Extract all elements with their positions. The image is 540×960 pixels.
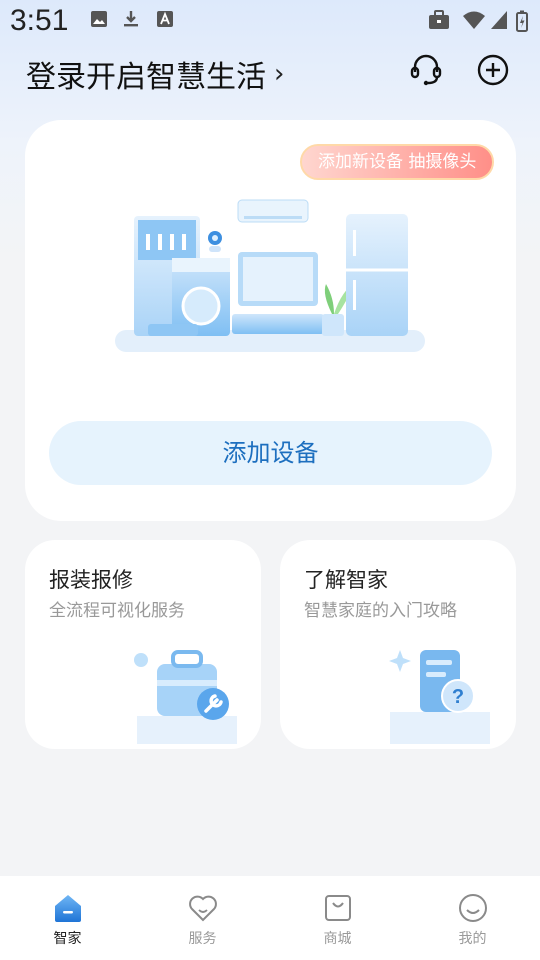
battery-icon bbox=[516, 10, 528, 32]
smiley-icon bbox=[458, 894, 487, 922]
briefcase-icon bbox=[429, 10, 449, 29]
nav-tab-mall[interactable]: 商城 bbox=[270, 876, 405, 960]
nav-label: 商城 bbox=[323, 931, 352, 947]
shopping-bag-icon bbox=[324, 895, 351, 921]
svg-text:?: ? bbox=[452, 686, 464, 708]
login-prompt-text: 登录开启智慧生活 bbox=[26, 60, 266, 95]
card-subtitle: 智慧家庭的入门攻略 bbox=[304, 601, 457, 621]
add-device-button[interactable]: 添加设备 bbox=[49, 421, 492, 485]
card-title: 了解智家 bbox=[304, 568, 388, 592]
nav-label: 服务 bbox=[188, 931, 217, 947]
learn-smart-home-card[interactable]: 了解智家 智慧家庭的入门攻略 ? bbox=[280, 540, 516, 749]
promo-badge[interactable]: 添加新设备 抽摄像头 bbox=[300, 144, 495, 180]
card-subtitle: 全流程可视化服务 bbox=[49, 601, 185, 621]
login-prompt[interactable]: 登录开启智慧生活 › bbox=[26, 52, 284, 96]
installation-repair-card[interactable]: 报装报修 全流程可视化服务 bbox=[25, 540, 261, 749]
guide-question-icon: ? bbox=[389, 650, 490, 744]
nav-label: 我的 bbox=[458, 931, 487, 947]
wifi-icon bbox=[463, 11, 485, 29]
add-plus-icon[interactable] bbox=[475, 52, 511, 88]
customer-service-icon[interactable] bbox=[408, 52, 444, 88]
nav-label: 智家 bbox=[53, 931, 82, 947]
nav-tab-home[interactable]: 智家 bbox=[0, 876, 135, 960]
smart-home-appliances-illustration bbox=[115, 199, 425, 352]
card-title: 报装报修 bbox=[49, 568, 133, 592]
text-notification-icon bbox=[157, 11, 173, 27]
toolbox-wrench-icon bbox=[134, 650, 237, 744]
nav-tab-service[interactable]: 服务 bbox=[135, 876, 270, 960]
status-time: 3:51 bbox=[10, 4, 69, 37]
heart-icon bbox=[188, 895, 217, 922]
signal-icon bbox=[491, 11, 507, 29]
chevron-right-icon: › bbox=[274, 59, 285, 89]
nav-tab-profile[interactable]: 我的 bbox=[405, 876, 540, 960]
status-bar: 3:51 bbox=[0, 0, 540, 42]
image-notification-icon bbox=[91, 11, 107, 27]
home-icon bbox=[54, 895, 81, 922]
bottom-navigation: 智家 服务 商城 我的 bbox=[0, 876, 540, 960]
download-notification-icon bbox=[124, 11, 138, 27]
